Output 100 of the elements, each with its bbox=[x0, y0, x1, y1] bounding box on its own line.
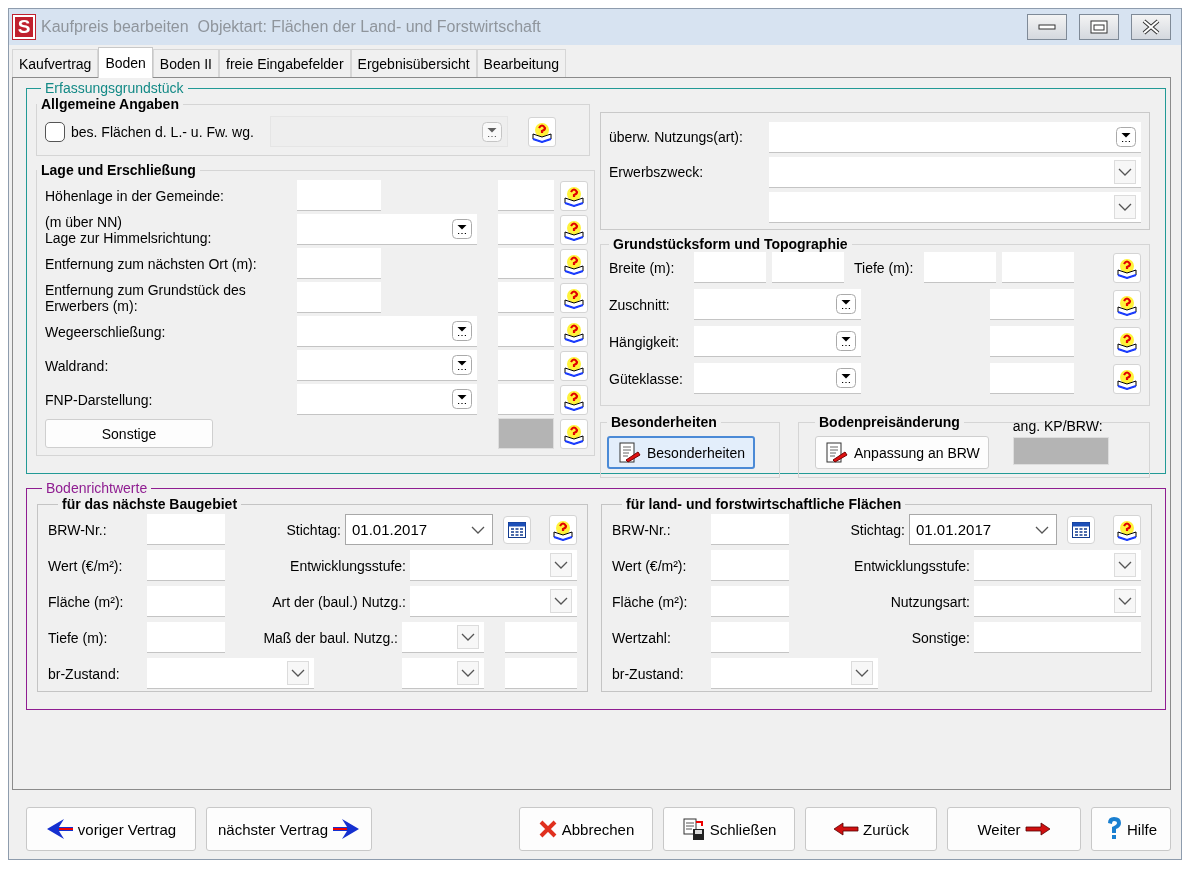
tab[interactable]: Bearbeitung bbox=[476, 49, 567, 77]
text-field[interactable] bbox=[711, 586, 789, 617]
caret-icon bbox=[481, 121, 502, 142]
text-field[interactable] bbox=[990, 363, 1074, 394]
help-button[interactable] bbox=[1113, 289, 1141, 320]
button[interactable]: Schließen bbox=[663, 807, 795, 851]
group-title: Lage und Erschließung bbox=[40, 162, 197, 178]
book-question-icon bbox=[563, 320, 585, 343]
chevron-down-icon bbox=[457, 661, 479, 685]
help-button[interactable] bbox=[560, 248, 588, 279]
help-button[interactable] bbox=[527, 116, 556, 147]
date-field[interactable]: 01.01.2017 bbox=[909, 514, 1057, 545]
minimize-button[interactable] bbox=[1027, 14, 1067, 40]
text-field[interactable] bbox=[498, 180, 554, 211]
label: Güteklasse: bbox=[609, 370, 684, 387]
dropdown-field[interactable] bbox=[694, 289, 861, 320]
dropdown-field[interactable] bbox=[694, 326, 861, 357]
dropdown-field[interactable] bbox=[769, 121, 1141, 153]
label: Tiefe (m): bbox=[854, 259, 915, 276]
text-field[interactable] bbox=[694, 252, 766, 283]
dropdown-field[interactable] bbox=[297, 384, 477, 415]
text-field[interactable] bbox=[505, 622, 577, 653]
dropdown-field[interactable] bbox=[297, 214, 477, 245]
dropdown-field[interactable] bbox=[402, 622, 484, 653]
label: Hängigkeit: bbox=[609, 333, 681, 350]
date-field[interactable]: 01.01.2017 bbox=[345, 514, 493, 545]
help-button[interactable] bbox=[560, 214, 588, 245]
text-field[interactable] bbox=[711, 622, 789, 653]
text-field[interactable] bbox=[974, 622, 1141, 653]
help-button[interactable] bbox=[560, 384, 588, 415]
dropdown-field[interactable] bbox=[402, 658, 484, 689]
calendar-button[interactable] bbox=[1067, 515, 1095, 544]
maximize-button[interactable] bbox=[1079, 14, 1119, 40]
group-title: Besonderheiten bbox=[610, 414, 718, 430]
label: Nutzungsart: bbox=[890, 593, 970, 610]
text-field[interactable] bbox=[711, 514, 789, 545]
text-field[interactable] bbox=[924, 252, 996, 283]
sonstige-button[interactable]: Sonstige bbox=[45, 419, 213, 448]
text-field[interactable] bbox=[990, 326, 1074, 357]
dropdown-field[interactable] bbox=[410, 550, 577, 581]
text-field[interactable] bbox=[498, 316, 554, 347]
label: Maß der baul. Nutzg.: bbox=[263, 629, 398, 646]
help-button[interactable] bbox=[560, 418, 588, 449]
dropdown-field[interactable] bbox=[974, 586, 1141, 617]
help-button[interactable] bbox=[1113, 252, 1141, 283]
tab[interactable]: Kaufvertrag bbox=[12, 49, 99, 77]
text-field[interactable] bbox=[498, 282, 554, 313]
text-field[interactable] bbox=[147, 514, 225, 545]
tab[interactable]: Ergebnisübersicht bbox=[350, 49, 477, 77]
document-disk-icon bbox=[681, 817, 706, 841]
dropdown-field[interactable] bbox=[769, 156, 1141, 188]
label: Lage zur Himmelsrichtung: bbox=[45, 229, 213, 246]
button[interactable]: Zurück bbox=[805, 807, 937, 851]
button[interactable]: Abbrechen bbox=[519, 807, 653, 851]
help-button[interactable] bbox=[1113, 514, 1141, 545]
text-field[interactable] bbox=[1002, 252, 1074, 283]
help-button[interactable] bbox=[560, 282, 588, 313]
text-field[interactable] bbox=[297, 282, 381, 313]
button[interactable]: nächster Vertrag bbox=[206, 807, 372, 851]
text-field[interactable] bbox=[990, 289, 1074, 320]
tab[interactable]: freie Eingabefelder bbox=[219, 49, 351, 77]
help-button[interactable] bbox=[549, 514, 577, 545]
button[interactable]: Anpassung an BRW bbox=[815, 436, 989, 469]
button[interactable]: Besonderheiten bbox=[607, 436, 756, 469]
text-field[interactable] bbox=[498, 350, 554, 381]
text-field[interactable] bbox=[297, 248, 381, 279]
calendar-button[interactable] bbox=[503, 515, 531, 544]
dropdown-field[interactable] bbox=[297, 350, 477, 381]
button[interactable]: Hilfe bbox=[1091, 807, 1171, 851]
dropdown-field[interactable] bbox=[147, 658, 314, 689]
text-field[interactable] bbox=[147, 622, 225, 653]
button[interactable]: voriger Vertrag bbox=[26, 807, 196, 851]
checkbox[interactable] bbox=[45, 121, 65, 142]
text-field[interactable] bbox=[498, 384, 554, 415]
dropdown-field[interactable] bbox=[711, 658, 878, 689]
dropdown-field[interactable] bbox=[974, 550, 1141, 581]
help-button[interactable] bbox=[560, 350, 588, 381]
dropdown-field[interactable] bbox=[769, 191, 1141, 223]
close-button[interactable] bbox=[1131, 14, 1171, 40]
dropdown-field[interactable] bbox=[694, 363, 861, 394]
chevron-down-icon bbox=[550, 589, 572, 613]
tab[interactable]: Boden II bbox=[152, 49, 219, 77]
tab[interactable]: Boden bbox=[98, 47, 153, 78]
help-button[interactable] bbox=[1113, 363, 1141, 394]
text-field[interactable] bbox=[498, 248, 554, 279]
help-button[interactable] bbox=[1113, 326, 1141, 357]
text-field[interactable] bbox=[147, 550, 225, 581]
text-field[interactable] bbox=[297, 180, 381, 211]
label: Tiefe (m): bbox=[48, 629, 108, 646]
dropdown-field[interactable] bbox=[297, 316, 477, 347]
text-field[interactable] bbox=[498, 214, 554, 245]
label: Sonstige: bbox=[911, 629, 970, 646]
help-button[interactable] bbox=[560, 316, 588, 347]
text-field[interactable] bbox=[505, 658, 577, 689]
text-field[interactable] bbox=[772, 252, 844, 283]
text-field[interactable] bbox=[711, 550, 789, 581]
text-field[interactable] bbox=[147, 586, 225, 617]
help-button[interactable] bbox=[560, 180, 588, 211]
button[interactable]: Weiter bbox=[947, 807, 1081, 851]
dropdown-field[interactable] bbox=[410, 586, 577, 617]
